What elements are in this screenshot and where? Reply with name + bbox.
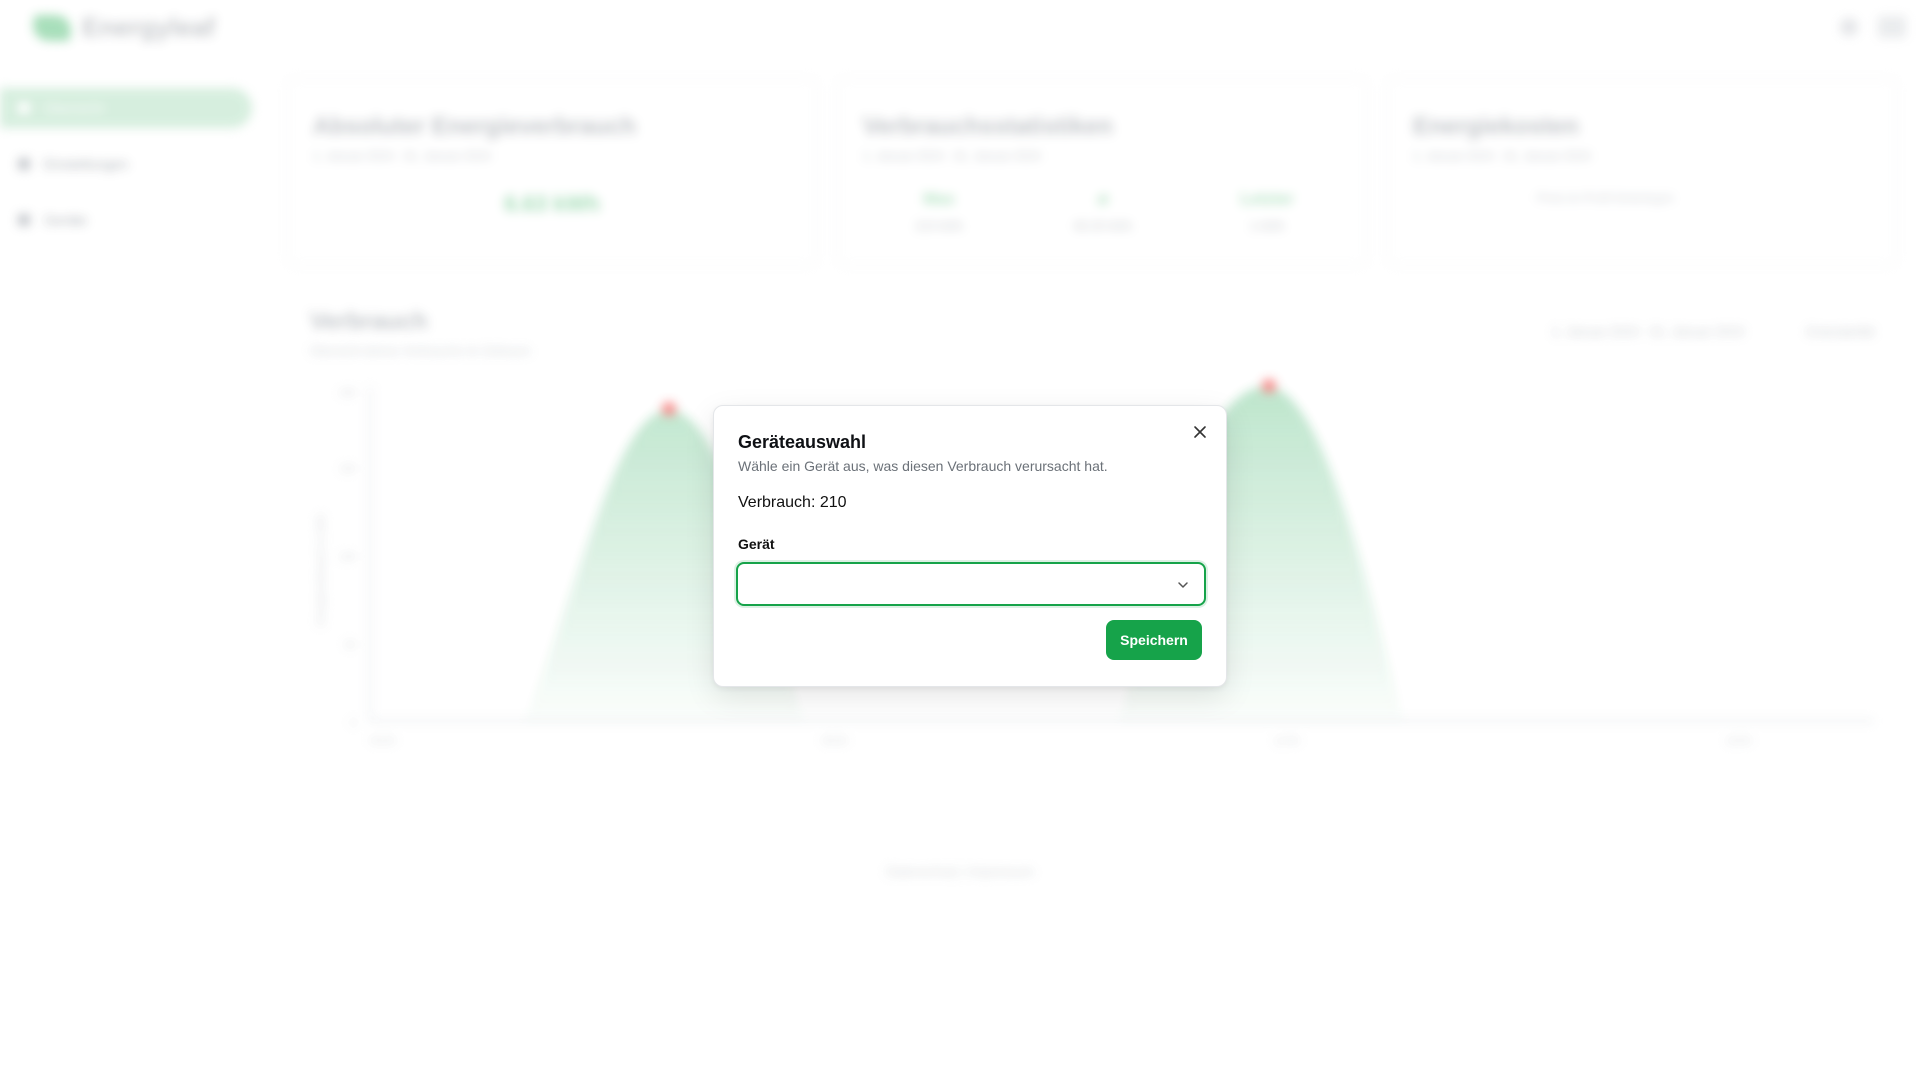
- device-selection-dialog: Geräteauswahl Wähle ein Gerät aus, was d…: [713, 405, 1227, 687]
- save-button[interactable]: Speichern: [1106, 620, 1202, 660]
- dialog-description: Wähle ein Gerät aus, was diesen Verbrauc…: [738, 458, 1108, 474]
- device-field-label: Gerät: [738, 536, 775, 552]
- dialog-title: Geräteauswahl: [738, 432, 867, 452]
- usage-value: Verbrauch: 210: [738, 494, 847, 511]
- device-select[interactable]: [736, 562, 1206, 606]
- close-button[interactable]: [1188, 420, 1212, 444]
- close-icon: [1194, 426, 1206, 438]
- chevron-down-icon: [1178, 582, 1188, 588]
